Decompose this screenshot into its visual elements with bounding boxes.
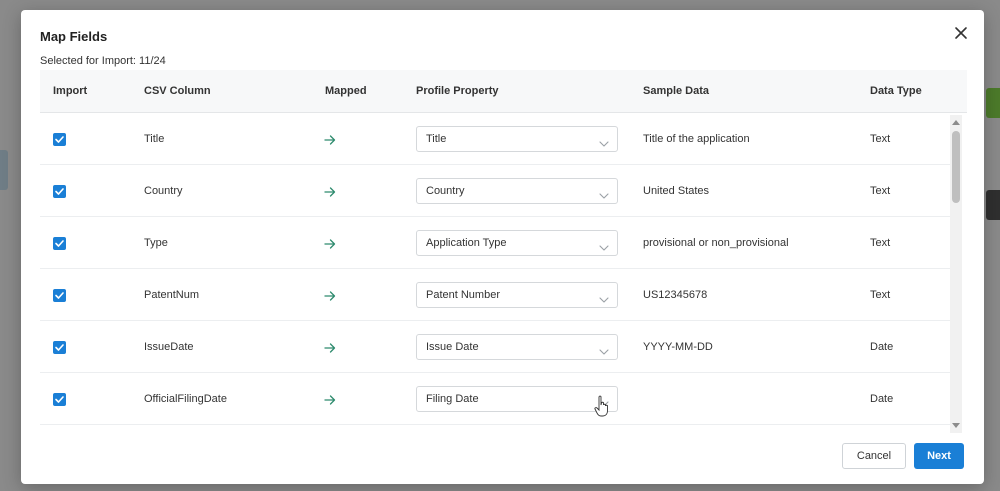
scroll-down-icon[interactable] <box>952 423 960 429</box>
import-checkbox[interactable] <box>53 185 66 198</box>
sample-data-value: provisional or non_provisional <box>643 237 789 249</box>
mapped-indicator <box>324 237 336 249</box>
data-type-value: Text <box>870 289 891 301</box>
csv-column-name: Country <box>144 185 183 197</box>
table-body: Title Title Title of the application Text Co… <box>40 113 950 427</box>
close-icon <box>955 27 967 39</box>
header-profile-property: Profile Property <box>416 85 499 97</box>
table-row: OfficialFilingDate Filing Date Date <box>40 373 950 425</box>
csv-column-name: PatentNum <box>144 289 200 301</box>
data-type-value: Text <box>870 237 891 249</box>
data-type-value: Date <box>870 393 894 405</box>
table-row: IssueDate Issue Date YYYY-MM-DD Date <box>40 321 950 373</box>
mapped-indicator <box>324 341 336 353</box>
chevron-down-icon <box>599 343 609 355</box>
profile-property-value: Application Type <box>426 237 507 249</box>
map-fields-dialog: Map Fields Selected for Import: 11/24 Im… <box>21 10 984 484</box>
check-icon <box>55 240 64 247</box>
import-checkbox[interactable] <box>53 133 66 146</box>
import-selection-count: Selected for Import: 11/24 <box>40 55 166 67</box>
background-side-tab <box>0 150 8 190</box>
table-row: PatentNum Patent Number US12345678 Text <box>40 269 950 321</box>
table-scrollbar[interactable] <box>950 115 962 433</box>
sample-data-value: YYYY-MM-DD <box>643 341 713 353</box>
background-history-tab <box>986 190 1000 220</box>
background-settings-tab <box>986 88 1000 118</box>
header-data-type: Data Type <box>870 85 922 97</box>
import-checkbox[interactable] <box>53 393 66 406</box>
mapped-indicator <box>324 289 336 301</box>
cancel-button[interactable]: Cancel <box>842 443 906 469</box>
arrow-right-icon <box>324 239 336 249</box>
next-button[interactable]: Next <box>914 443 964 469</box>
arrow-right-icon <box>324 395 336 405</box>
mapped-indicator <box>324 185 336 197</box>
mapped-indicator <box>324 133 336 145</box>
table-row: Type Application Type provisional or non_p… <box>40 217 950 269</box>
table-row: Country Country United States Text <box>40 165 950 217</box>
arrow-right-icon <box>324 135 336 145</box>
table-header: Import CSV Column Mapped Profile Propert… <box>40 70 967 113</box>
arrow-right-icon <box>324 187 336 197</box>
profile-property-value: Filing Date <box>426 393 479 405</box>
chevron-down-icon <box>599 135 609 147</box>
profile-property-value: Title <box>426 133 447 145</box>
check-icon <box>55 396 64 403</box>
csv-column-name: Title <box>144 133 165 145</box>
chevron-down-icon <box>599 187 609 199</box>
profile-property-select[interactable]: Application Type <box>416 230 618 256</box>
chevron-down-icon <box>599 291 609 303</box>
profile-property-select[interactable]: Issue Date <box>416 334 618 360</box>
profile-property-value: Country <box>426 185 465 197</box>
arrow-right-icon <box>324 291 336 301</box>
arrow-right-icon <box>324 343 336 353</box>
profile-property-select[interactable]: Title <box>416 126 618 152</box>
data-type-value: Text <box>870 185 891 197</box>
field-mapping-table: Import CSV Column Mapped Profile Propert… <box>40 70 967 438</box>
profile-property-value: Patent Number <box>426 289 500 301</box>
table-row: Title Title Title of the application Text <box>40 113 950 165</box>
header-import: Import <box>53 85 88 97</box>
chevron-down-icon <box>599 239 609 251</box>
csv-column-name: IssueDate <box>144 341 194 353</box>
header-sample-data: Sample Data <box>643 85 710 97</box>
sample-data-value: US12345678 <box>643 289 708 301</box>
check-icon <box>55 344 64 351</box>
check-icon <box>55 292 64 299</box>
header-mapped: Mapped <box>325 85 367 97</box>
data-type-value: Text <box>870 133 891 145</box>
csv-column-name: Type <box>144 237 168 249</box>
profile-property-select[interactable]: Patent Number <box>416 282 618 308</box>
sample-data-value: Title of the application <box>643 133 750 145</box>
scroll-up-icon[interactable] <box>952 119 960 125</box>
data-type-value: Date <box>870 341 894 353</box>
check-icon <box>55 188 64 195</box>
check-icon <box>55 136 64 143</box>
import-checkbox[interactable] <box>53 237 66 250</box>
header-csv-column: CSV Column <box>144 85 211 97</box>
mapped-indicator <box>324 393 336 405</box>
close-button[interactable] <box>952 24 970 42</box>
profile-property-select[interactable]: Country <box>416 178 618 204</box>
scrollbar-thumb[interactable] <box>952 131 960 203</box>
profile-property-value: Issue Date <box>426 341 479 353</box>
pointer-hand-icon <box>594 395 608 417</box>
dialog-title: Map Fields <box>40 29 108 44</box>
profile-property-select[interactable]: Filing Date <box>416 386 618 412</box>
sample-data-value: United States <box>643 185 710 197</box>
import-checkbox[interactable] <box>53 289 66 302</box>
import-checkbox[interactable] <box>53 341 66 354</box>
csv-column-name: OfficialFilingDate <box>144 393 227 405</box>
